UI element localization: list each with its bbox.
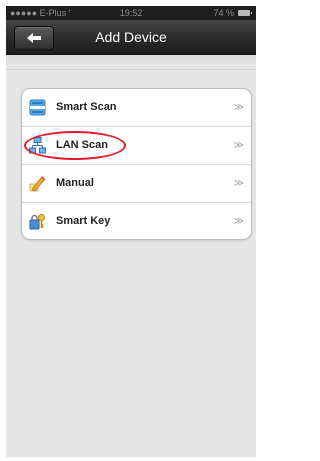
menu-item-manual[interactable]: Manual ≫ bbox=[22, 165, 251, 203]
navigation-bar: Add Device bbox=[6, 20, 256, 55]
menu-item-label: Smart Scan bbox=[56, 101, 117, 113]
menu-item-smart-key[interactable]: Smart Key ≫ bbox=[22, 203, 251, 239]
chevron-right-icon: ≫ bbox=[233, 140, 245, 151]
menu-item-label: LAN Scan bbox=[56, 139, 108, 151]
back-arrow-icon bbox=[26, 32, 42, 44]
menu-item-smart-scan[interactable]: Smart Scan ≫ bbox=[22, 89, 251, 127]
toolbar-band bbox=[6, 55, 256, 70]
lan-network-icon bbox=[29, 137, 46, 154]
status-bar: ●●●●● E-Plus ' 19:52 74 % bbox=[6, 6, 256, 20]
menu-item-label: Manual bbox=[56, 177, 94, 189]
key-lock-icon bbox=[29, 213, 46, 230]
chevron-right-icon: ≫ bbox=[233, 216, 245, 227]
chevron-right-icon: ≫ bbox=[233, 102, 245, 113]
menu-item-lan-scan[interactable]: LAN Scan ≫ bbox=[22, 127, 251, 165]
menu-item-label: Smart Key bbox=[56, 215, 111, 227]
add-device-menu: Smart Scan ≫ LAN Scan ≫ Manual ≫ Smart K… bbox=[21, 88, 252, 240]
chevron-right-icon: ≫ bbox=[233, 178, 245, 189]
smart-scan-icon bbox=[29, 99, 46, 116]
pencil-icon bbox=[29, 175, 46, 192]
battery-percent: 74 % bbox=[213, 8, 234, 18]
back-button[interactable] bbox=[14, 26, 54, 50]
battery-icon bbox=[238, 10, 252, 16]
phone-screen: ●●●●● E-Plus ' 19:52 74 % Add Device Sma… bbox=[6, 6, 256, 457]
